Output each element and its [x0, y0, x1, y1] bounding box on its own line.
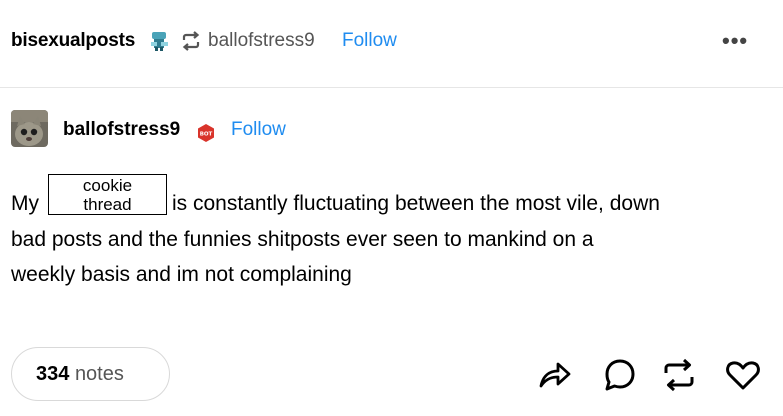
blog-badge-icon: [151, 32, 168, 51]
reblogged-from-name[interactable]: ballofstress9: [208, 30, 315, 52]
reblog-icon: [182, 31, 200, 51]
author-follow-button[interactable]: Follow: [231, 119, 286, 141]
author-name[interactable]: ballofstress9: [63, 119, 180, 141]
like-icon[interactable]: [724, 356, 762, 394]
bot-badge-text: BOT: [200, 132, 213, 138]
boxed-text-line-2: thread: [83, 195, 132, 214]
post-text-prefix: My: [11, 192, 39, 215]
blog-name[interactable]: bisexualposts: [11, 30, 135, 52]
bot-badge-icon: BOT: [198, 124, 214, 142]
notes-button[interactable]: 334 notes: [11, 347, 170, 401]
notes-count: 334: [36, 363, 70, 385]
post-author-row: ballofstress9 BOT Follow: [0, 106, 783, 154]
boxed-text: cookie thread: [48, 174, 167, 215]
post-text-line-3: weekly basis and im not complaining: [11, 263, 352, 286]
notes-label: notes: [74, 363, 124, 385]
reply-icon[interactable]: [601, 356, 639, 394]
post-text-line-1-rest: is constantly fluctuating between the mo…: [172, 192, 660, 215]
reblog-icon[interactable]: [660, 356, 698, 394]
avatar[interactable]: [11, 110, 48, 147]
post-text-line-2: bad posts and the funnies shitposts ever…: [11, 228, 594, 251]
more-options-icon[interactable]: •••: [722, 28, 748, 54]
post-header: bisexualposts ballofstress9 Follow •••: [0, 0, 783, 88]
boxed-text-line-1: cookie: [82, 176, 133, 195]
header-follow-button[interactable]: Follow: [342, 30, 397, 52]
share-icon[interactable]: [536, 356, 574, 394]
